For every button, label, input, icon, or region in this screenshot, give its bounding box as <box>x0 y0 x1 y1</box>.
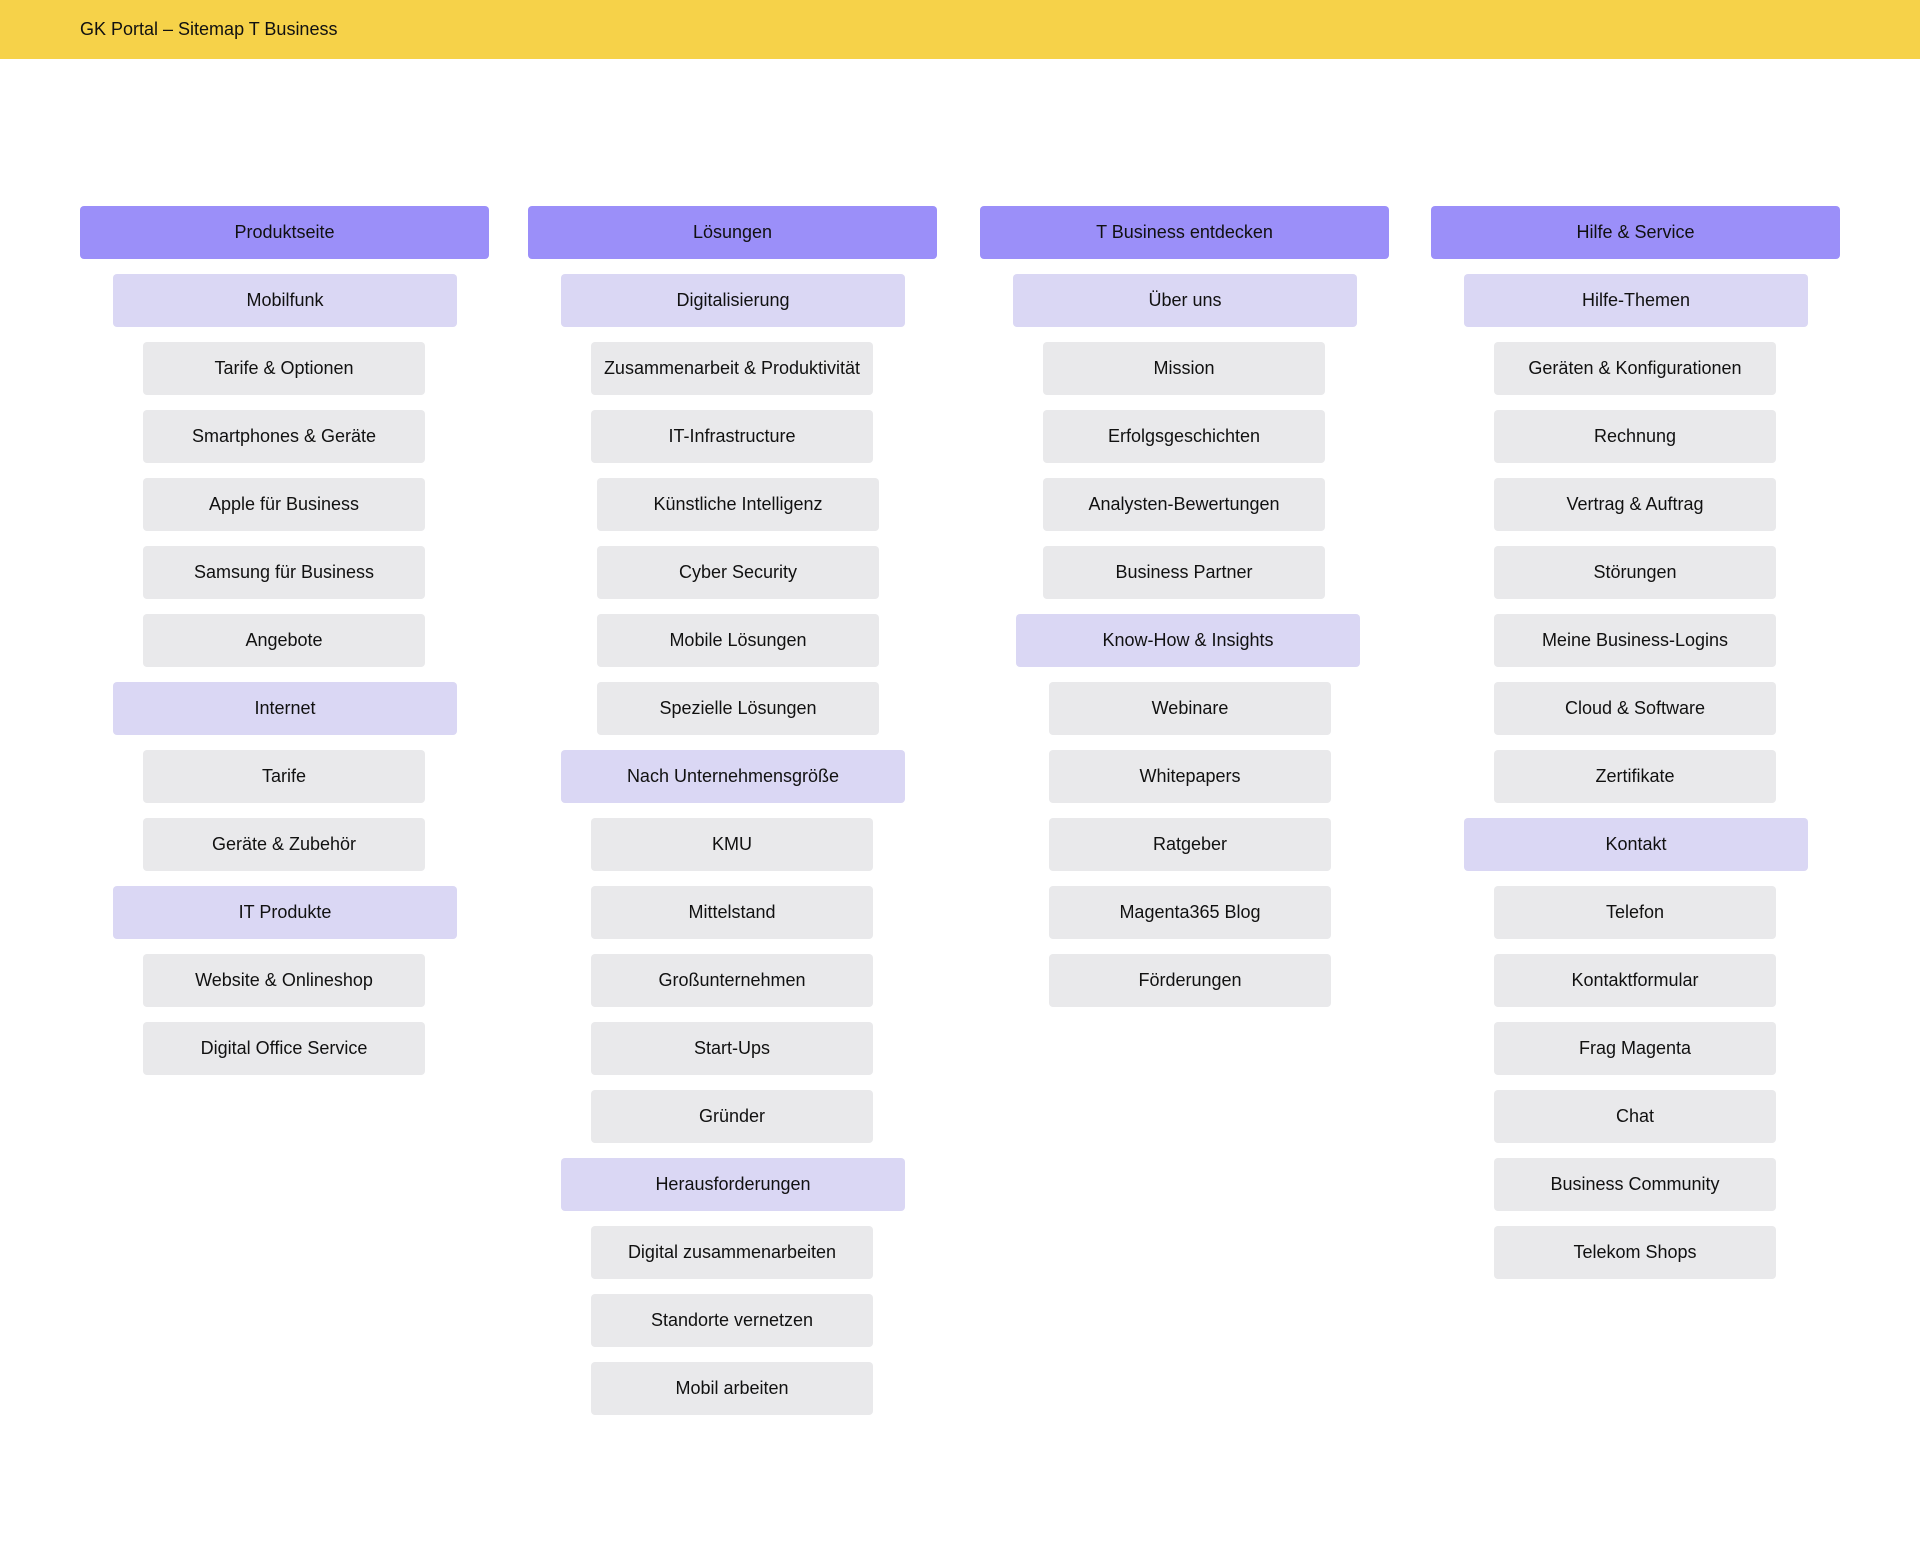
page-node[interactable]: Chat <box>1494 1090 1776 1143</box>
page-node[interactable]: Analysten-Bewertungen <box>1043 478 1325 531</box>
page-node[interactable]: Mobil arbeiten <box>591 1362 873 1415</box>
page-node[interactable]: Cyber Security <box>597 546 879 599</box>
category-kontakt[interactable]: Kontakt <box>1464 818 1808 871</box>
page-node[interactable]: KMU <box>591 818 873 871</box>
category-hilfe-themen[interactable]: Hilfe-Themen <box>1464 274 1808 327</box>
page-node[interactable]: Digital zusammenarbeiten <box>591 1226 873 1279</box>
page-node[interactable]: Website & Onlineshop <box>143 954 425 1007</box>
page-node[interactable]: Business Partner <box>1043 546 1325 599</box>
page-node[interactable]: Business Community <box>1494 1158 1776 1211</box>
page-node[interactable]: Erfolgsgeschichten <box>1043 410 1325 463</box>
sitemap-column-produktseite: Produktseite Mobilfunk Tarife & Optionen… <box>80 206 489 1090</box>
page-node[interactable]: Rechnung <box>1494 410 1776 463</box>
page-node[interactable]: Angebote <box>143 614 425 667</box>
page-node[interactable]: Ratgeber <box>1049 818 1331 871</box>
page-node[interactable]: Digital Office Service <box>143 1022 425 1075</box>
page-node[interactable]: Mittelstand <box>591 886 873 939</box>
page-node[interactable]: Spezielle Lösungen <box>597 682 879 735</box>
page-node[interactable]: Tarife <box>143 750 425 803</box>
page-node[interactable]: Zusammenarbeit & Produktivität <box>591 342 873 395</box>
header-bar: GK Portal – Sitemap T Business <box>0 0 1920 59</box>
page-node[interactable]: Großunternehmen <box>591 954 873 1007</box>
page-node[interactable]: Cloud & Software <box>1494 682 1776 735</box>
page-node[interactable]: Telekom Shops <box>1494 1226 1776 1279</box>
category-ueber-uns[interactable]: Über uns <box>1013 274 1357 327</box>
page-node[interactable]: Geräten & Konfigurationen <box>1494 342 1776 395</box>
page-node[interactable]: Frag Magenta <box>1494 1022 1776 1075</box>
page-node[interactable]: Gründer <box>591 1090 873 1143</box>
category-it-produkte[interactable]: IT Produkte <box>113 886 457 939</box>
page-node[interactable]: Apple für Business <box>143 478 425 531</box>
page-node[interactable]: Mobile Lösungen <box>597 614 879 667</box>
page-node[interactable]: Geräte & Zubehör <box>143 818 425 871</box>
category-know-how-insights[interactable]: Know-How & Insights <box>1016 614 1360 667</box>
page-node[interactable]: Künstliche Intelligenz <box>597 478 879 531</box>
page-node[interactable]: IT-Infrastructure <box>591 410 873 463</box>
page-node[interactable]: Störungen <box>1494 546 1776 599</box>
category-digitalisierung[interactable]: Digitalisierung <box>561 274 905 327</box>
section-header-produktseite[interactable]: Produktseite <box>80 206 489 259</box>
page-node[interactable]: Webinare <box>1049 682 1331 735</box>
page-node[interactable]: Mission <box>1043 342 1325 395</box>
category-internet[interactable]: Internet <box>113 682 457 735</box>
page-node[interactable]: Samsung für Business <box>143 546 425 599</box>
category-herausforderungen[interactable]: Herausforderungen <box>561 1158 905 1211</box>
page-node[interactable]: Standorte vernetzen <box>591 1294 873 1347</box>
page-node[interactable]: Magenta365 Blog <box>1049 886 1331 939</box>
page-node[interactable]: Meine Business-Logins <box>1494 614 1776 667</box>
section-header-loesungen[interactable]: Lösungen <box>528 206 937 259</box>
category-mobilfunk[interactable]: Mobilfunk <box>113 274 457 327</box>
category-nach-unternehmensgroesse[interactable]: Nach Unternehmensgröße <box>561 750 905 803</box>
section-header-t-business-entdecken[interactable]: T Business entdecken <box>980 206 1389 259</box>
page-node[interactable]: Whitepapers <box>1049 750 1331 803</box>
page-node[interactable]: Telefon <box>1494 886 1776 939</box>
page-node[interactable]: Vertrag & Auftrag <box>1494 478 1776 531</box>
page-node[interactable]: Smartphones & Geräte <box>143 410 425 463</box>
page-node[interactable]: Kontaktformular <box>1494 954 1776 1007</box>
sitemap-column-t-business-entdecken: T Business entdecken Über uns Mission Er… <box>980 206 1389 1022</box>
section-header-hilfe-service[interactable]: Hilfe & Service <box>1431 206 1840 259</box>
page-node[interactable]: Start-Ups <box>591 1022 873 1075</box>
page-title: GK Portal – Sitemap T Business <box>80 19 338 39</box>
page-node[interactable]: Förderungen <box>1049 954 1331 1007</box>
page-node[interactable]: Tarife & Optionen <box>143 342 425 395</box>
page-node[interactable]: Zertifikate <box>1494 750 1776 803</box>
sitemap-column-hilfe-service: Hilfe & Service Hilfe-Themen Geräten & K… <box>1431 206 1840 1294</box>
sitemap-column-loesungen: Lösungen Digitalisierung Zusammenarbeit … <box>528 206 937 1430</box>
